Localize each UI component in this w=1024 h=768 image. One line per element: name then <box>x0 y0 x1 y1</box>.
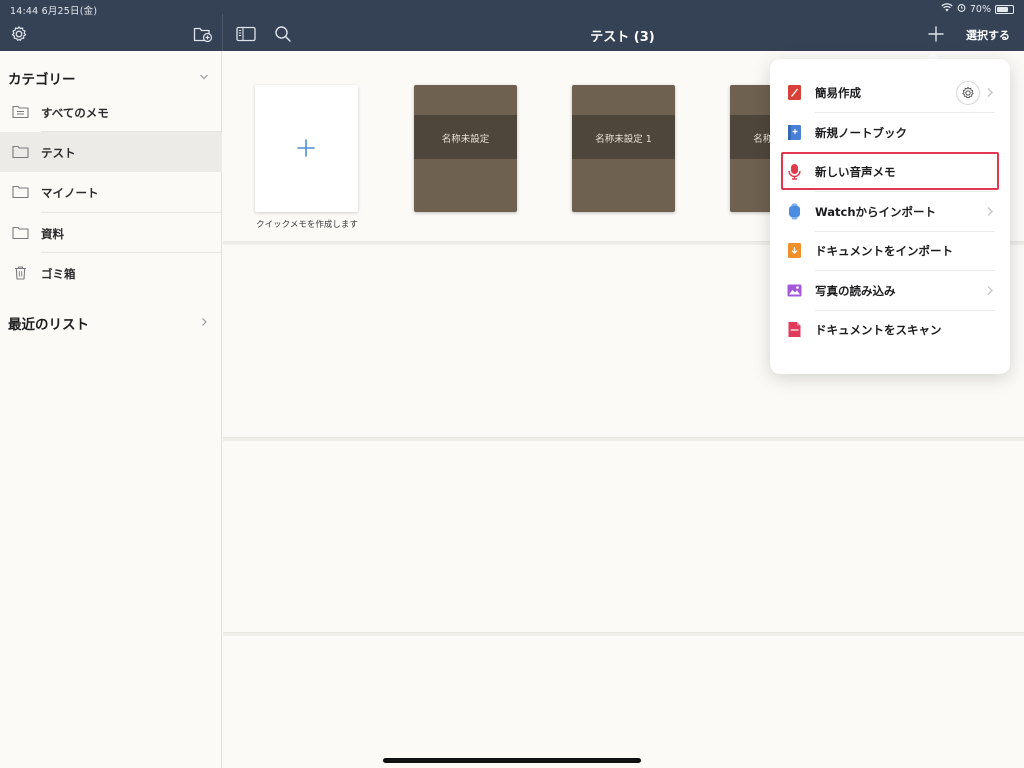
chevron-down-icon[interactable] <box>199 72 209 82</box>
trash-icon <box>15 266 26 280</box>
menu-item-label: ドキュメントをインポート <box>815 244 953 258</box>
folder-icon <box>12 145 29 159</box>
menu-item-scan-document[interactable]: ドキュメントをスキャン <box>770 310 1010 349</box>
sidebar-item-label: テスト <box>41 146 76 160</box>
page-title: テスト (3) <box>590 30 655 45</box>
highlight-frame <box>781 152 999 190</box>
menu-item-quick-create[interactable]: 簡易作成 <box>770 73 1010 112</box>
sidebar-item-materials[interactable]: 資料 <box>0 213 222 253</box>
sidebar-item-label: 資料 <box>41 227 64 241</box>
menu-item-import-photos[interactable]: 写真の読み込み <box>770 271 1010 310</box>
sidebar-item-all-notes[interactable]: すべてのメモ <box>0 92 222 132</box>
plus-icon[interactable] <box>925 24 947 44</box>
all-notes-icon <box>12 105 29 119</box>
alarm-icon <box>957 3 966 15</box>
categories-header[interactable]: カテゴリー <box>8 68 76 88</box>
top-bar: 14:44 6月25日(金) 70% テスト (3) 選択する <box>0 0 1024 51</box>
header-divider <box>222 14 223 51</box>
menu-item-import-document[interactable]: ドキュメントをインポート <box>770 231 1010 270</box>
plus-icon <box>297 139 315 157</box>
notebook-name: 名称未設定 <box>441 134 490 145</box>
menu-item-new-notebook[interactable]: 新規ノートブック <box>770 113 1010 152</box>
sidebar-item-trash[interactable]: ゴミ箱 <box>0 253 222 293</box>
notebook-icon <box>788 125 801 140</box>
chevron-right-icon[interactable] <box>199 317 209 327</box>
scan-document-icon <box>788 322 801 337</box>
menu-item-label: Watchからインポート <box>815 205 937 219</box>
photo-icon <box>787 284 802 297</box>
folder-icon <box>12 185 29 199</box>
menu-item-label: ドキュメントをスキャン <box>815 323 942 337</box>
home-indicator[interactable] <box>383 758 641 763</box>
import-document-icon <box>788 243 801 258</box>
quick-note-caption: クイックメモを作成します <box>256 220 358 230</box>
battery-percent: 70% <box>969 3 991 15</box>
quick-create-icon <box>788 85 801 100</box>
chevron-right-icon <box>987 88 993 97</box>
notebook-name: 名称未設定 1 <box>595 134 652 145</box>
sidebar-item-test[interactable]: テスト <box>0 132 222 172</box>
wifi-icon <box>941 3 953 15</box>
quick-create-settings-button[interactable] <box>956 81 980 105</box>
sidebar-item-label: すべてのメモ <box>41 106 109 120</box>
shelf-divider <box>223 632 1024 636</box>
sidebar-item-label: ゴミ箱 <box>41 267 76 281</box>
notebook-card[interactable]: 名称未設定 1 <box>572 85 675 212</box>
notebook-card[interactable]: 名称未設定 <box>414 85 517 212</box>
new-folder-icon[interactable] <box>192 24 214 44</box>
sidebar-item-my-notes[interactable]: マイノート <box>0 172 222 212</box>
menu-item-watch-import[interactable]: Watchからインポート <box>770 192 1010 231</box>
sidebar: カテゴリー すべてのメモ テスト マイノート 資料 ゴミ箱 最近のリスト <box>0 51 222 768</box>
recent-list-header[interactable]: 最近のリスト <box>8 313 89 333</box>
status-time: 14:44 6月25日(金) <box>10 6 98 17</box>
search-icon[interactable] <box>272 24 294 44</box>
menu-item-label: 簡易作成 <box>815 86 861 100</box>
watch-icon <box>789 203 800 220</box>
select-button[interactable]: 選択する <box>966 27 1010 43</box>
menu-item-label: 写真の読み込み <box>815 284 896 298</box>
menu-item-label: 新規ノートブック <box>815 126 907 140</box>
gear-icon <box>962 86 974 99</box>
chevron-right-icon <box>987 207 993 216</box>
sidebar-item-label: マイノート <box>41 186 99 200</box>
folder-icon <box>12 226 29 240</box>
shelf-divider <box>223 437 1024 441</box>
quick-note-card[interactable] <box>255 85 358 212</box>
chevron-right-icon <box>987 286 993 295</box>
battery-icon <box>995 4 1014 14</box>
status-indicators: 70% <box>941 3 1014 15</box>
add-menu: 簡易作成 新規ノートブック 新しい音声メモ Watchからインポート ドキュメン… <box>770 59 1010 374</box>
settings-icon[interactable] <box>8 24 30 44</box>
sidebar-toggle-icon[interactable] <box>235 24 257 44</box>
